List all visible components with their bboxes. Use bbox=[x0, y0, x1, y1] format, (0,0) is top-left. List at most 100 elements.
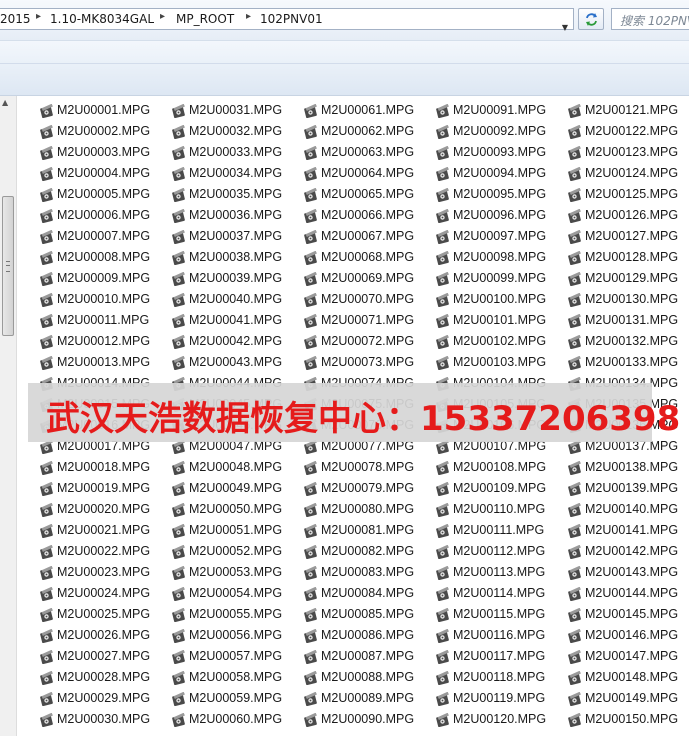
file-item[interactable]: M2U00139.MPG bbox=[568, 479, 689, 499]
file-item[interactable]: M2U00025.MPG bbox=[40, 605, 170, 625]
file-item[interactable]: M2U00100.MPG bbox=[436, 290, 566, 310]
file-item[interactable]: M2U00064.MPG bbox=[304, 164, 434, 184]
file-item[interactable]: M2U00112.MPG bbox=[436, 542, 566, 562]
file-item[interactable]: M2U00072.MPG bbox=[304, 332, 434, 352]
file-item[interactable]: M2U00022.MPG bbox=[40, 542, 170, 562]
file-item[interactable]: M2U00085.MPG bbox=[304, 605, 434, 625]
file-item[interactable]: M2U00131.MPG bbox=[568, 311, 689, 331]
file-item[interactable]: M2U00054.MPG bbox=[172, 584, 302, 604]
file-item[interactable]: M2U00062.MPG bbox=[304, 122, 434, 142]
file-item[interactable]: M2U00073.MPG bbox=[304, 353, 434, 373]
breadcrumb-item[interactable]: 102PNV01 bbox=[260, 12, 323, 26]
file-item[interactable]: M2U00094.MPG bbox=[436, 164, 566, 184]
file-item[interactable]: M2U00023.MPG bbox=[40, 563, 170, 583]
file-item[interactable]: M2U00098.MPG bbox=[436, 248, 566, 268]
file-item[interactable]: M2U00038.MPG bbox=[172, 248, 302, 268]
file-item[interactable]: M2U00056.MPG bbox=[172, 626, 302, 646]
file-item[interactable]: M2U00067.MPG bbox=[304, 227, 434, 247]
file-item[interactable]: M2U00087.MPG bbox=[304, 647, 434, 667]
file-item[interactable]: M2U00091.MPG bbox=[436, 101, 566, 121]
file-item[interactable]: M2U00096.MPG bbox=[436, 206, 566, 226]
file-item[interactable]: M2U00086.MPG bbox=[304, 626, 434, 646]
file-item[interactable]: M2U00146.MPG bbox=[568, 626, 689, 646]
file-item[interactable]: M2U00057.MPG bbox=[172, 647, 302, 667]
file-item[interactable]: M2U00119.MPG bbox=[436, 689, 566, 709]
file-item[interactable]: M2U00031.MPG bbox=[172, 101, 302, 121]
file-item[interactable]: M2U00059.MPG bbox=[172, 689, 302, 709]
file-item[interactable]: M2U00020.MPG bbox=[40, 500, 170, 520]
file-item[interactable]: M2U00113.MPG bbox=[436, 563, 566, 583]
file-item[interactable]: M2U00121.MPG bbox=[568, 101, 689, 121]
file-item[interactable]: M2U00120.MPG bbox=[436, 710, 566, 730]
file-item[interactable]: M2U00013.MPG bbox=[40, 353, 170, 373]
file-item[interactable]: M2U00003.MPG bbox=[40, 143, 170, 163]
file-item[interactable]: M2U00052.MPG bbox=[172, 542, 302, 562]
file-item[interactable]: M2U00089.MPG bbox=[304, 689, 434, 709]
file-item[interactable]: M2U00019.MPG bbox=[40, 479, 170, 499]
file-item[interactable]: M2U00051.MPG bbox=[172, 521, 302, 541]
file-item[interactable]: M2U00090.MPG bbox=[304, 710, 434, 730]
file-item[interactable]: M2U00127.MPG bbox=[568, 227, 689, 247]
file-item[interactable]: M2U00055.MPG bbox=[172, 605, 302, 625]
file-item[interactable]: M2U00140.MPG bbox=[568, 500, 689, 520]
file-item[interactable]: M2U00145.MPG bbox=[568, 605, 689, 625]
file-item[interactable]: M2U00021.MPG bbox=[40, 521, 170, 541]
file-item[interactable]: M2U00069.MPG bbox=[304, 269, 434, 289]
file-item[interactable]: M2U00048.MPG bbox=[172, 458, 302, 478]
file-item[interactable]: M2U00081.MPG bbox=[304, 521, 434, 541]
file-item[interactable]: M2U00124.MPG bbox=[568, 164, 689, 184]
file-item[interactable]: M2U00102.MPG bbox=[436, 332, 566, 352]
file-item[interactable]: M2U00004.MPG bbox=[40, 164, 170, 184]
address-field[interactable]: 2015 ▸ 1.10-MK8034GAL ▸ MP_ROOT ▸ 102PNV… bbox=[0, 8, 574, 32]
file-item[interactable]: M2U00050.MPG bbox=[172, 500, 302, 520]
file-item[interactable]: M2U00138.MPG bbox=[568, 458, 689, 478]
file-item[interactable]: M2U00125.MPG bbox=[568, 185, 689, 205]
file-item[interactable]: M2U00002.MPG bbox=[40, 122, 170, 142]
file-item[interactable]: M2U00049.MPG bbox=[172, 479, 302, 499]
file-item[interactable]: M2U00036.MPG bbox=[172, 206, 302, 226]
file-item[interactable]: M2U00061.MPG bbox=[304, 101, 434, 121]
file-item[interactable]: M2U00028.MPG bbox=[40, 668, 170, 688]
file-item[interactable]: M2U00142.MPG bbox=[568, 542, 689, 562]
file-item[interactable]: M2U00108.MPG bbox=[436, 458, 566, 478]
search-input[interactable]: 搜索 102PNV01 bbox=[611, 8, 689, 30]
file-item[interactable]: M2U00041.MPG bbox=[172, 311, 302, 331]
file-item[interactable]: M2U00148.MPG bbox=[568, 668, 689, 688]
file-item[interactable]: M2U00132.MPG bbox=[568, 332, 689, 352]
refresh-button[interactable] bbox=[578, 8, 604, 30]
file-item[interactable]: M2U00040.MPG bbox=[172, 290, 302, 310]
file-item[interactable]: M2U00116.MPG bbox=[436, 626, 566, 646]
file-item[interactable]: M2U00093.MPG bbox=[436, 143, 566, 163]
file-item[interactable]: M2U00084.MPG bbox=[304, 584, 434, 604]
file-item[interactable]: M2U00111.MPG bbox=[436, 521, 566, 541]
file-item[interactable]: M2U00029.MPG bbox=[40, 689, 170, 709]
chevron-right-icon[interactable]: ▸ bbox=[36, 11, 41, 22]
file-item[interactable]: M2U00141.MPG bbox=[568, 521, 689, 541]
file-item[interactable]: M2U00024.MPG bbox=[40, 584, 170, 604]
file-item[interactable]: M2U00053.MPG bbox=[172, 563, 302, 583]
file-item[interactable]: M2U00005.MPG bbox=[40, 185, 170, 205]
file-item[interactable]: M2U00063.MPG bbox=[304, 143, 434, 163]
file-item[interactable]: M2U00008.MPG bbox=[40, 248, 170, 268]
file-item[interactable]: M2U00082.MPG bbox=[304, 542, 434, 562]
file-item[interactable]: M2U00078.MPG bbox=[304, 458, 434, 478]
file-item[interactable]: M2U00122.MPG bbox=[568, 122, 689, 142]
file-item[interactable]: M2U00123.MPG bbox=[568, 143, 689, 163]
file-item[interactable]: M2U00060.MPG bbox=[172, 710, 302, 730]
breadcrumb-item[interactable]: 2015 bbox=[0, 12, 31, 26]
file-item[interactable]: M2U00034.MPG bbox=[172, 164, 302, 184]
file-item[interactable]: M2U00128.MPG bbox=[568, 248, 689, 268]
file-item[interactable]: M2U00110.MPG bbox=[436, 500, 566, 520]
file-item[interactable]: M2U00027.MPG bbox=[40, 647, 170, 667]
file-item[interactable]: M2U00109.MPG bbox=[436, 479, 566, 499]
file-item[interactable]: M2U00001.MPG bbox=[40, 101, 170, 121]
file-item[interactable]: M2U00007.MPG bbox=[40, 227, 170, 247]
file-item[interactable]: M2U00080.MPG bbox=[304, 500, 434, 520]
chevron-right-icon[interactable]: ▸ bbox=[160, 11, 165, 22]
file-item[interactable]: M2U00126.MPG bbox=[568, 206, 689, 226]
file-item[interactable]: M2U00043.MPG bbox=[172, 353, 302, 373]
file-item[interactable]: M2U00083.MPG bbox=[304, 563, 434, 583]
file-item[interactable]: M2U00018.MPG bbox=[40, 458, 170, 478]
file-item[interactable]: M2U00071.MPG bbox=[304, 311, 434, 331]
file-item[interactable]: M2U00099.MPG bbox=[436, 269, 566, 289]
